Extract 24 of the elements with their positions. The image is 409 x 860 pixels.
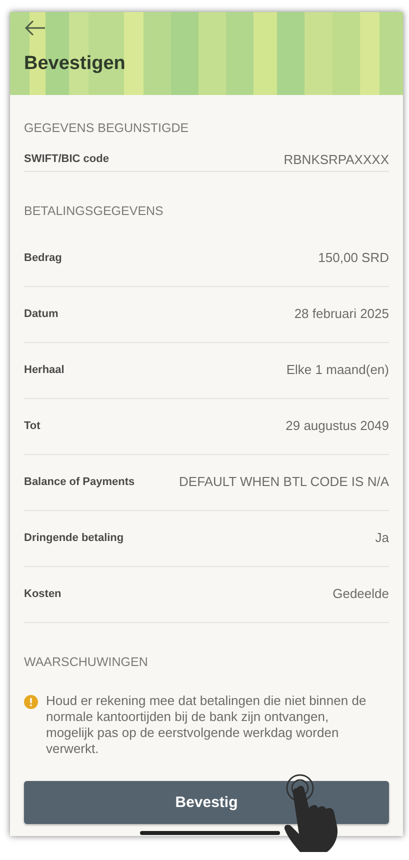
detail-label: Balance of Payments xyxy=(24,474,135,490)
detail-value: Gedeelde xyxy=(332,585,389,604)
detail-label: Dringende betaling xyxy=(24,530,124,546)
warning-message: Houd er rekening mee dat betalingen die niet binnen de normale kantoortijden bij de bank zijn ontvangen, mogelijk pas op de eerstvolgende werkdag worden verwerkt. xyxy=(46,693,368,758)
detail-label: Datum xyxy=(24,306,58,322)
confirm-button[interactable]: Bevestig xyxy=(24,781,389,824)
detail-value: DEFAULT WHEN BTL CODE IS N/A xyxy=(179,473,389,492)
section-header: WAARSCHUWINGEN xyxy=(24,654,148,670)
detail-label: SWIFT/BIC code xyxy=(24,152,109,167)
detail-value: Ja xyxy=(375,529,389,548)
back-arrow-icon[interactable] xyxy=(24,20,46,36)
section-header: BETALINGSGEGEVENS xyxy=(24,202,164,220)
detail-value: 150,00 SRD xyxy=(318,249,389,268)
detail-label: Kosten xyxy=(24,586,62,602)
page-title: Bevestigen xyxy=(24,52,126,76)
detail-label: Bedrag xyxy=(24,250,62,266)
detail-label: Herhaal xyxy=(24,362,64,378)
detail-value: 28 februari 2025 xyxy=(294,305,389,324)
warning-icon xyxy=(24,695,38,710)
detail-value: Elke 1 maand(en) xyxy=(286,361,389,380)
detail-label: Tot xyxy=(24,418,40,434)
detail-value: RBNKSRPAXXXX xyxy=(284,150,389,168)
section-header: GEGEVENS BEGUNSTIGDE xyxy=(24,120,189,137)
detail-value: 29 augustus 2049 xyxy=(286,417,389,436)
